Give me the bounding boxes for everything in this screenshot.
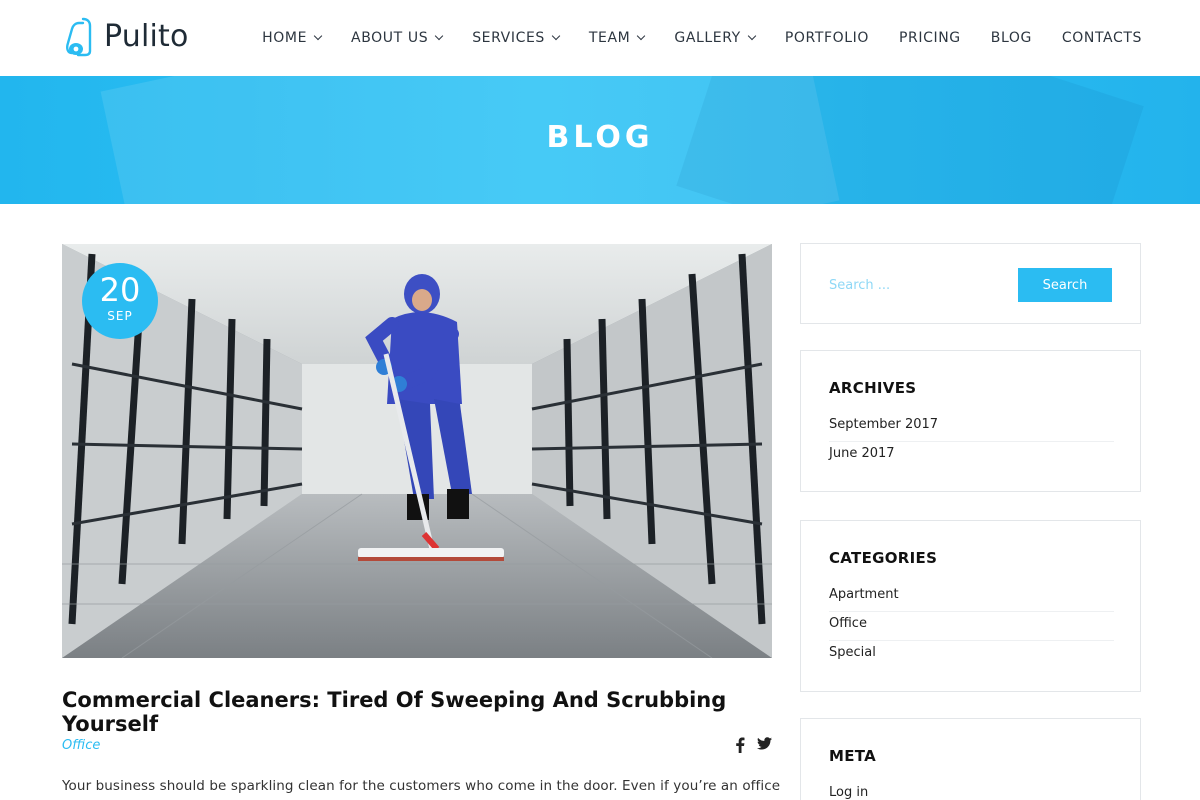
meta-widget: META Log in [800,718,1141,800]
nav-label: HOME [262,30,308,46]
warehouse-cleaning-illustration [62,244,772,658]
twitter-share-button[interactable] [757,737,772,750]
nav-item-pricing[interactable]: PRICING [899,30,961,46]
archive-link[interactable]: September 2017 [829,413,1114,442]
category-link[interactable]: Special [829,641,1114,670]
chevron-down-icon [434,31,444,41]
categories-title: CATEGORIES [829,549,938,567]
category-link[interactable]: Apartment [829,583,1114,612]
nav-item-blog[interactable]: BLOG [991,30,1032,46]
nav-label: PORTFOLIO [784,30,869,46]
search-button[interactable]: Search [1018,268,1112,302]
post-date-month: SEP [107,309,133,323]
nav-item-contacts[interactable]: CONTACTS [1062,30,1142,46]
post-title[interactable]: Commercial Cleaners: Tired Of Sweeping A… [62,688,772,736]
nav-label: CONTACTS [1061,30,1142,46]
page-title: BLOG [546,120,654,155]
nav-item-portfolio[interactable]: PORTFOLIO [785,30,869,46]
search-input[interactable] [829,268,1009,302]
chevron-down-icon [313,31,323,41]
nav-item-gallery[interactable]: GALLERY [674,30,757,46]
facebook-icon [736,737,745,753]
post-excerpt: Your business should be sparkling clean … [62,778,781,794]
site-header: Pulito HOME ABOUT US SERVICES TEAM GALLE… [0,0,1200,76]
categories-widget: CATEGORIES Apartment Office Special [800,520,1141,692]
nav-item-about-us[interactable]: ABOUT US [351,30,444,46]
archives-list: September 2017 June 2017 [829,413,1114,471]
categories-list: Apartment Office Special [829,583,1114,670]
meta-link-login[interactable]: Log in [829,781,1114,800]
twitter-icon [757,737,772,750]
nav-label: SERVICES [472,30,545,46]
nav-label: TEAM [588,30,631,46]
nav-item-team[interactable]: TEAM [588,30,646,46]
post-date-badge: 20 SEP [82,263,158,339]
search-widget: Search [800,243,1141,324]
archives-title: ARCHIVES [829,379,917,397]
site-name: Pulito [104,18,189,54]
chevron-down-icon [637,31,646,41]
meta-title: META [829,747,877,765]
category-link[interactable]: Office [829,612,1114,641]
facebook-share-button[interactable] [735,737,745,753]
nav-label: GALLERY [674,30,741,46]
post-featured-image[interactable] [62,244,772,658]
post-date-day: 20 [99,271,141,309]
archives-widget: ARCHIVES September 2017 June 2017 [800,350,1141,492]
vacuum-cleaner-icon [66,17,92,57]
post-category-link[interactable]: Office [62,738,100,753]
archive-link[interactable]: June 2017 [829,442,1114,471]
nav-item-services[interactable]: SERVICES [472,30,561,46]
site-logo[interactable]: Pulito [62,14,189,58]
meta-list: Log in [829,781,1114,800]
page-banner: BLOG [0,76,1200,204]
chevron-down-icon [551,31,561,41]
main-navigation: HOME ABOUT US SERVICES TEAM GALLERY PORT… [262,0,1142,76]
chevron-down-icon [747,31,757,41]
nav-label: BLOG [990,30,1032,46]
nav-label: PRICING [899,30,961,46]
nav-label: ABOUT US [351,30,429,46]
nav-item-home[interactable]: HOME [262,30,323,46]
